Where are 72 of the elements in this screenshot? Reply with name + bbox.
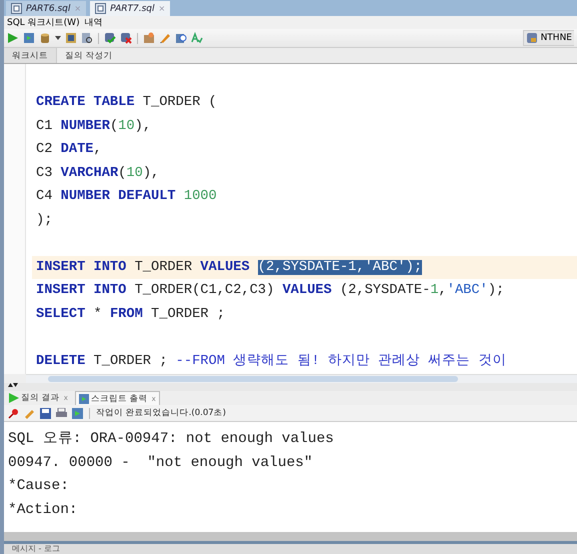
- search-icon[interactable]: [81, 32, 93, 44]
- output-text: 00947. 00000 - "not enough values": [7, 454, 314, 472]
- code-text: C4: [36, 189, 54, 204]
- code-text: VALUES: [282, 283, 332, 298]
- horizontal-scrollbar[interactable]: [26, 374, 577, 383]
- code-text: ,: [94, 142, 102, 157]
- database-icon[interactable]: [39, 32, 51, 44]
- save-icon[interactable]: [40, 408, 51, 418]
- code-text: (: [110, 118, 118, 134]
- code-text: );: [36, 212, 52, 228]
- code-text: (2,SYSDATE-: [338, 283, 430, 298]
- run-icon[interactable]: [7, 32, 19, 44]
- code-text: NUMBER DEFAULT: [60, 189, 177, 204]
- code-text: T_ORDER(C1,C2,C3): [134, 283, 276, 298]
- code-editor[interactable]: [4, 64, 577, 374]
- database-icon: [526, 32, 538, 44]
- code-text: NUMBER: [60, 118, 110, 134]
- document-icon[interactable]: [23, 32, 35, 44]
- database-check-icon[interactable]: [104, 32, 116, 44]
- file-icon: [95, 3, 106, 14]
- run-icon: [9, 393, 19, 403]
- code-text: INSERT INTO: [36, 260, 126, 274]
- database-cross-icon[interactable]: [120, 32, 132, 44]
- code-text: CREATE TABLE: [36, 95, 135, 110]
- code-text: *: [92, 306, 103, 322]
- spell-check-icon[interactable]: [191, 32, 203, 44]
- code-text: SELECT: [36, 306, 86, 322]
- code-text: --FROM 생략해도 됨! 하지만 관례상 써주는 것이: [176, 354, 506, 368]
- code-text: C3: [36, 166, 54, 180]
- code-text: ),: [142, 166, 160, 180]
- code-text: 1000: [184, 189, 217, 204]
- code-text: 10: [126, 166, 143, 180]
- log-tab[interactable]: 메시지 - 로그: [12, 544, 60, 554]
- code-text: 1: [430, 283, 439, 298]
- document-icon[interactable]: [72, 408, 83, 418]
- document-icon: [78, 394, 89, 404]
- pin-icon[interactable]: [8, 408, 19, 418]
- code-text: 10: [118, 118, 135, 134]
- code-text: T_ORDER ;: [92, 354, 168, 368]
- worksheet-tab[interactable]: 워크시트: [4, 48, 57, 63]
- output-text: *Action:: [7, 500, 79, 520]
- menu-item[interactable]: 내역: [84, 16, 103, 29]
- caret-icon[interactable]: [55, 36, 61, 40]
- code-text: C1: [36, 118, 54, 134]
- code-text: 'ABC': [446, 283, 488, 298]
- status-message: 작업이 완료되었습니다.(0.07초): [96, 407, 226, 419]
- code-text: DELETE: [36, 354, 86, 368]
- code-text: DATE: [60, 142, 94, 157]
- code-text: T_ORDER ;: [150, 306, 225, 322]
- code-text: VALUES: [200, 260, 251, 274]
- code-text: ,: [438, 283, 447, 298]
- code-text: VARCHAR: [60, 166, 118, 180]
- file-tab[interactable]: PART6.sql ×: [6, 1, 86, 16]
- connection-selector[interactable]: NTHNE: [522, 30, 574, 46]
- file-icon: [11, 3, 22, 14]
- output-text: *Cause:: [7, 477, 70, 496]
- file-tab[interactable]: PART7.sql ×: [90, 1, 170, 16]
- code-text: ),: [134, 118, 152, 134]
- code-text: FROM: [110, 306, 143, 322]
- worksheet-tab[interactable]: 질의 작성기: [57, 48, 121, 63]
- code-text: INSERT INTO: [36, 283, 126, 298]
- table-icon[interactable]: [65, 32, 77, 44]
- code-text: T_ORDER: [134, 260, 194, 274]
- menu-item[interactable]: SQL 워크시트(W): [7, 16, 80, 29]
- selected-text: (2,SYSDATE-1,'ABC');: [258, 260, 422, 274]
- code-text: T_ORDER (: [142, 95, 217, 110]
- output-text: SQL 오류: ORA-00947: not enough values: [7, 430, 335, 449]
- code-text: (: [118, 166, 126, 180]
- print-icon[interactable]: [56, 408, 67, 418]
- code-text: C2: [36, 142, 54, 157]
- pencil-icon[interactable]: [159, 32, 171, 44]
- code-text: );: [488, 283, 504, 298]
